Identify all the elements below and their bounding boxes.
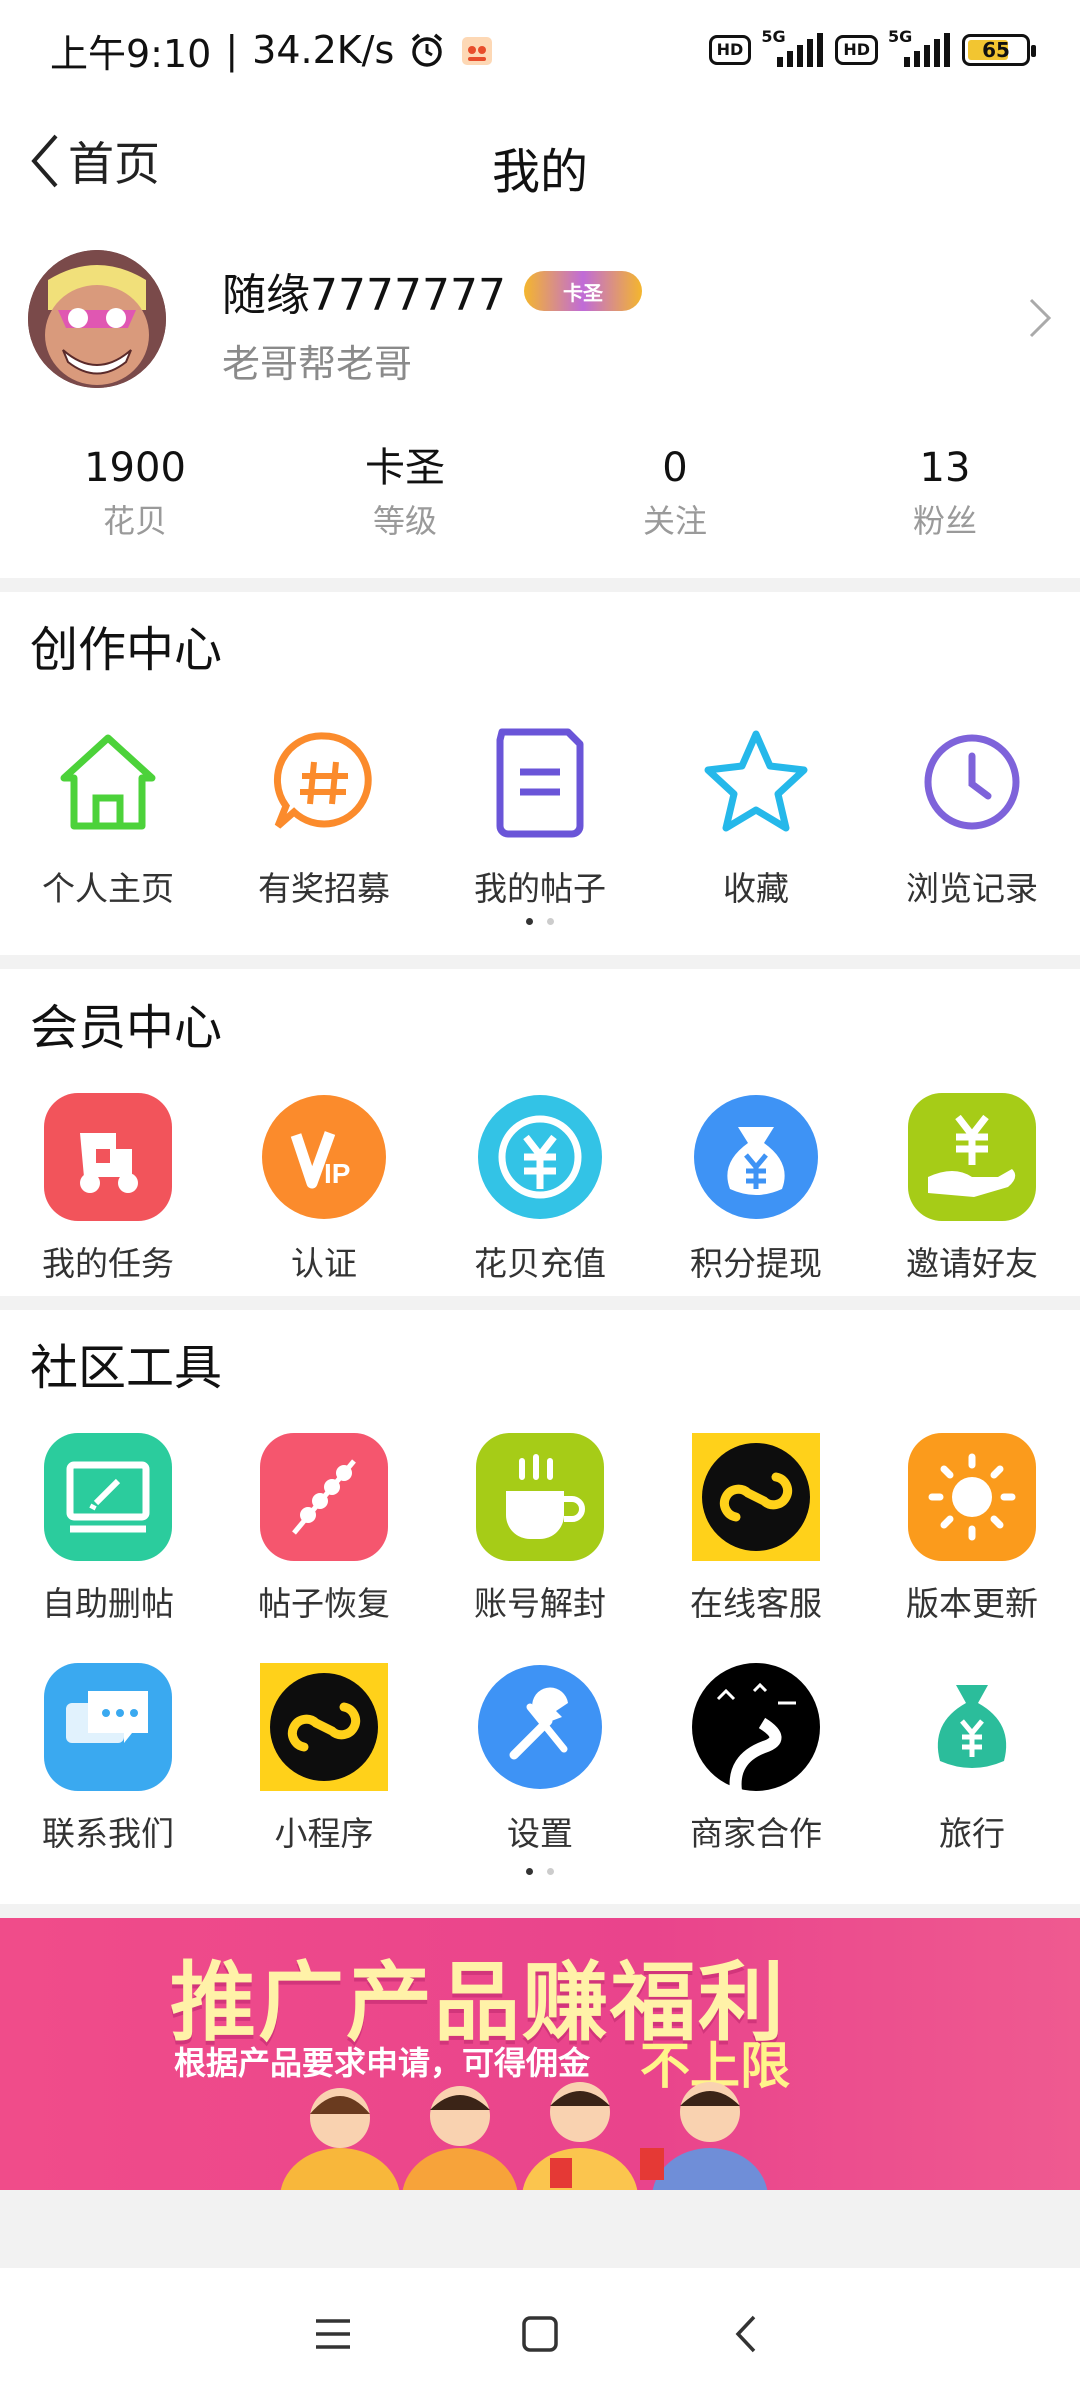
status-bar: 上午9:10 | 34.2K/s HD 5G HD 5G 65 [0,0,1080,100]
stat-fans[interactable]: 13 粉丝 [810,440,1080,560]
stat-huabei[interactable]: 1900 花贝 [0,440,270,560]
divider [0,955,1080,969]
alarm-icon [412,33,443,67]
grid-item-my-tasks[interactable]: 我的任务 [0,1093,216,1285]
avatar[interactable] [28,250,166,388]
battery-icon: 65 [962,34,1036,66]
grid-item-invite[interactable]: 邀请好友 [864,1093,1080,1285]
menu-icon[interactable] [310,2311,356,2357]
grid-item-recruit[interactable]: 有奖招募 [216,718,432,910]
stat-level[interactable]: 卡圣 等级 [270,440,540,560]
nav-bar: 首页 我的 [0,110,1080,210]
mini-program-icon [692,1433,820,1561]
member-grid: 我的任务 IP 认证 花贝充值 积分提现 邀请好友 [0,1093,1080,1285]
unblock-icon [476,1433,604,1561]
stat-following[interactable]: 0 关注 [540,440,810,560]
delete-post-icon [44,1433,172,1561]
mini-program-icon [260,1663,388,1791]
divider [0,578,1080,592]
signal-icon: 5G [761,27,824,67]
username: 随缘7777777 [222,270,506,321]
back-nav-icon[interactable] [724,2311,770,2357]
bottom-spacer [0,2190,1080,2268]
level-badge: 卡圣 [523,271,642,311]
hd-badge: HD [708,35,752,65]
grid-item-restore-post[interactable]: 帖子恢复 [216,1433,432,1625]
invite-icon [908,1093,1036,1221]
grid-item-contact-us[interactable]: 联系我们 [0,1663,216,1855]
task-icon [44,1093,172,1221]
divider [0,1296,1080,1310]
grid-item-favorites[interactable]: 收藏 [648,718,864,910]
grid-item-home[interactable]: 个人主页 [0,718,216,910]
settings-icon [476,1663,604,1791]
divider [0,1904,1080,1918]
restore-post-icon [260,1433,388,1561]
home-icon [44,718,172,846]
chevron-right-icon [1029,298,1052,338]
grid-item-mini-program[interactable]: 小程序 [216,1663,432,1855]
status-net-speed: 34.2K/s [252,28,395,72]
signal-icon-2: 5G [888,27,950,67]
section-title-creation: 创作中心 [30,622,223,678]
grid-item-history[interactable]: 浏览记录 [864,718,1080,910]
grid-item-recharge[interactable]: 花贝充值 [432,1093,648,1285]
grid-item-version-update[interactable]: 版本更新 [864,1433,1080,1625]
star-icon [692,718,820,846]
section-title-tools: 社区工具 [30,1340,223,1396]
grid-item-delete-post[interactable]: 自助删帖 [0,1433,216,1625]
grid-item-my-posts[interactable]: 我的帖子 [432,718,648,910]
grid-item-withdraw[interactable]: 积分提现 [648,1093,864,1285]
grid-item-business[interactable]: 商家合作 [648,1663,864,1855]
status-time: 上午9:10 [50,31,212,76]
user-signature: 老哥帮老哥 [222,342,413,386]
hashtag-icon [260,718,388,846]
creation-grid: 个人主页 有奖招募 我的帖子 收藏 浏览记录 [0,718,1080,910]
profile-card[interactable]: 随缘7777777 卡圣 老哥帮老哥 [0,235,1080,405]
grid-item-online-service[interactable]: 在线客服 [648,1433,864,1625]
promo-banner[interactable]: 推广产品赚福利 根据产品要求申请，可得佣金 不上限 [0,1918,1080,2190]
grid-item-settings[interactable]: 设置 [432,1663,648,1855]
money-bag-icon [908,1663,1036,1791]
vip-icon: IP [260,1093,388,1221]
recharge-icon [476,1093,604,1221]
chat-icon [44,1663,172,1791]
clock-icon [908,718,1036,846]
tools-grid-row-1: 自助删帖 帖子恢复 账号解封 在线客服 版本更新 [0,1433,1080,1625]
grid-item-verify[interactable]: IP 认证 [216,1093,432,1285]
svg-text:IP: IP [324,1158,350,1189]
home-nav-icon[interactable] [517,2311,563,2357]
grid-item-travel[interactable]: 旅行 [864,1663,1080,1855]
tools-grid-row-2: 联系我们 小程序 设置 商家合作 旅行 [0,1663,1080,1855]
money-bag-icon [692,1093,820,1221]
road-icon [692,1663,820,1791]
hd-badge-2: HD [835,35,878,65]
stats-row: 1900 花贝 卡圣 等级 0 关注 13 粉丝 [0,440,1080,560]
system-nav-bar [0,2268,1080,2400]
banner-illustration [280,2082,768,2190]
grid-item-unblock[interactable]: 账号解封 [432,1433,648,1625]
page-indicator [0,1868,1080,1875]
sun-icon [908,1433,1036,1561]
page-title: 我的 [491,144,588,200]
section-title-member: 会员中心 [30,1000,223,1056]
page-indicator [0,918,1080,925]
app-notification-icon [462,37,493,65]
post-icon [476,718,604,846]
